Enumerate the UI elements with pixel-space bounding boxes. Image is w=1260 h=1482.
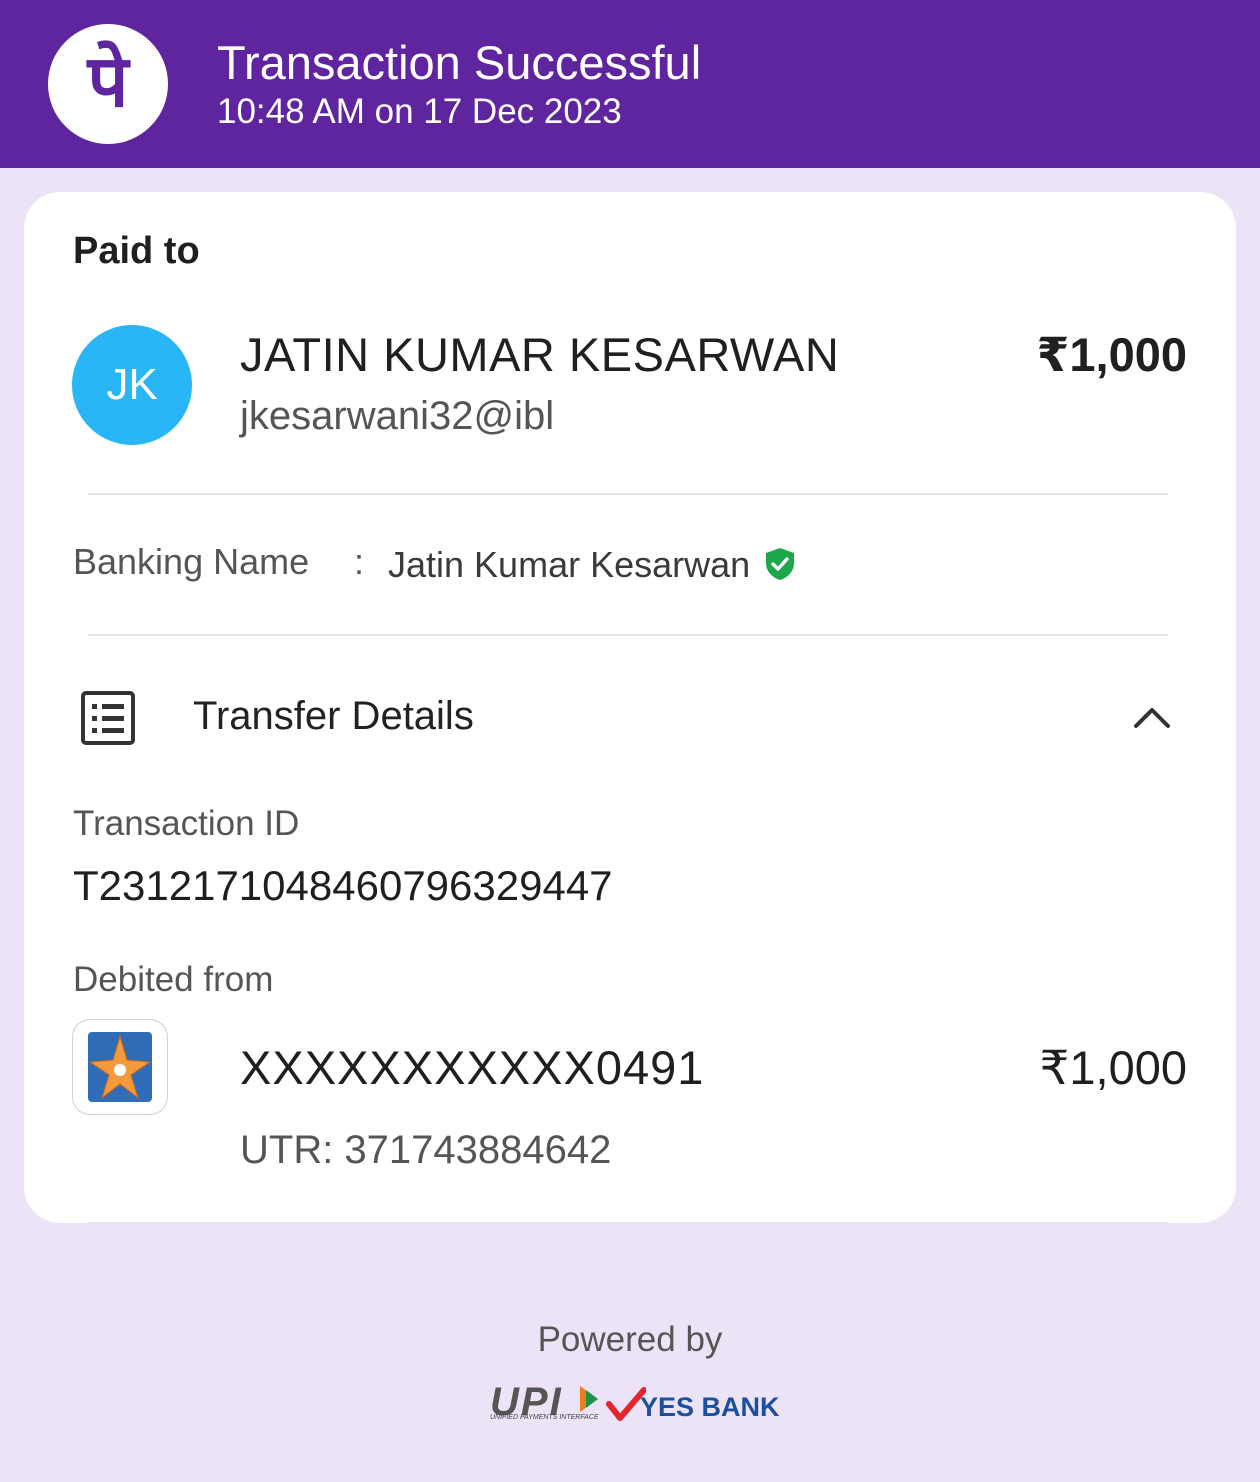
debited-from-label: Debited from (73, 960, 274, 999)
divider (88, 1222, 1168, 1224)
chevron-up-icon[interactable] (1132, 702, 1172, 730)
payee-upi-id: jkesarwani32@ibl (240, 394, 555, 438)
banking-name-value: Jatin Kumar Kesarwan (388, 544, 751, 585)
avatar-initials: JK (106, 360, 158, 409)
yes-bank-logo: YES BANK (640, 1392, 780, 1422)
payee-name: JATIN KUMAR KESARWAN (240, 328, 840, 381)
transaction-id-label: Transaction ID (73, 804, 300, 843)
debit-account-number: XXXXXXXXXXX0491 (240, 1041, 705, 1094)
banking-name-label: Banking Name (73, 541, 310, 582)
transaction-status-title: Transaction Successful (217, 36, 702, 89)
paid-to-label: Paid to (73, 230, 200, 272)
upi-arrow-icon (580, 1386, 598, 1412)
partner-logos: UPI UNIFIED PAYMENTS INTERFACE YES BANK (490, 1380, 780, 1428)
verified-shield-icon (766, 548, 794, 580)
transaction-timestamp: 10:48 AM on 17 Dec 2023 (217, 92, 622, 131)
transaction-id-value[interactable]: T2312171048460796329447 (73, 862, 613, 910)
transfer-details-title[interactable]: Transfer Details (193, 694, 474, 739)
divider (88, 634, 1168, 636)
banking-name-separator: : (354, 541, 365, 582)
bank-logo-icon (72, 1019, 168, 1115)
receipt-list-icon (81, 691, 135, 745)
divider (88, 493, 1168, 495)
debit-amount: ₹1,000 (1039, 1041, 1187, 1094)
phonepe-logo-icon: पे (48, 24, 168, 144)
logo-glyph: पे (87, 39, 129, 123)
powered-by-label: Powered by (537, 1320, 723, 1359)
utr-number[interactable]: UTR: 371743884642 (240, 1128, 611, 1173)
header-bar: पे Transaction Successful 10:48 AM on 17… (0, 0, 1260, 168)
paid-amount: ₹1,000 (1036, 328, 1187, 381)
payee-avatar: JK (72, 325, 192, 445)
transaction-card: Paid to JK JATIN KUMAR KESARWAN jkesarwa… (24, 192, 1236, 1223)
upi-logo-subtext: UNIFIED PAYMENTS INTERFACE (490, 1414, 599, 1421)
